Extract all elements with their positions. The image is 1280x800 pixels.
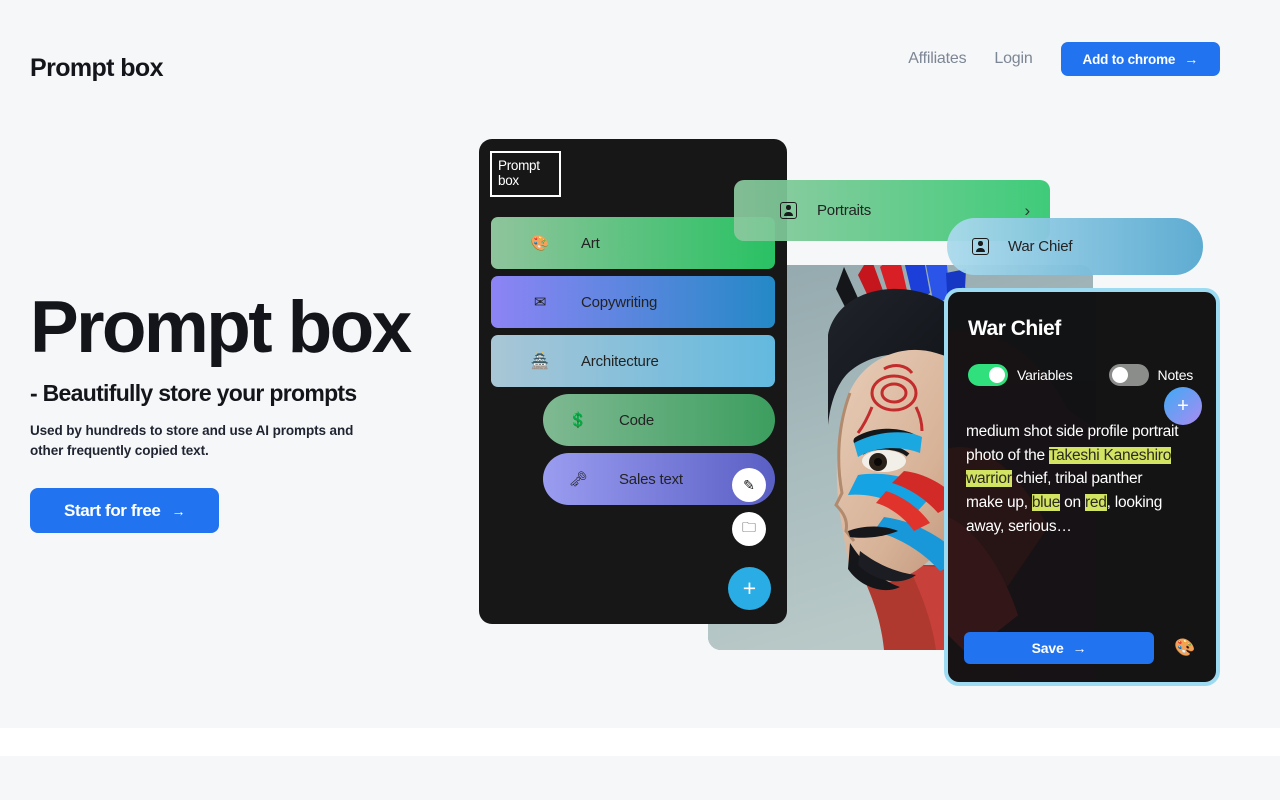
hero-subtitle: - Beautifully store your prompts xyxy=(30,379,357,406)
prompt-editor-panel: War Chief Variables Notes medium shot si… xyxy=(944,288,1220,686)
prompt-variable-blue[interactable]: blue xyxy=(1031,494,1060,512)
site-header: Prompt box Affiliates Login Add to chrom… xyxy=(0,0,1280,150)
page-title: Prompt box xyxy=(30,287,412,368)
new-folder-button[interactable]: 🗀 xyxy=(732,512,766,546)
portrait-icon xyxy=(780,202,797,219)
folder-pill-label: Portraits xyxy=(817,202,872,219)
dollar-coin-icon: 💲 xyxy=(568,411,588,429)
editor-toggles: Variables Notes xyxy=(968,364,1206,386)
start-for-free-button[interactable]: Start for free → xyxy=(30,488,220,534)
palette-button[interactable]: 🎨 xyxy=(1170,633,1200,663)
nav-link-affiliates[interactable]: Affiliates xyxy=(908,50,966,68)
arrow-right-icon: → xyxy=(1184,51,1198,67)
category-item-art[interactable]: 🎨 Art xyxy=(491,217,775,269)
notes-toggle-group: Notes xyxy=(1108,364,1194,386)
save-label: Save xyxy=(1031,640,1064,656)
save-button[interactable]: Save → xyxy=(964,632,1154,664)
prompt-variable-red[interactable]: red xyxy=(1084,494,1107,512)
category-label: Sales text xyxy=(619,470,683,488)
category-item-architecture[interactable]: 🏯 Architecture xyxy=(491,335,775,387)
variables-toggle-group: Variables xyxy=(968,364,1073,386)
brand-logo[interactable]: Prompt box xyxy=(30,56,164,81)
category-label: Art xyxy=(581,234,600,252)
category-item-copywriting[interactable]: ✉ Copywriting xyxy=(491,276,775,328)
plus-icon: + xyxy=(1177,395,1189,417)
editor-footer: Save → 🎨 xyxy=(948,614,1216,682)
building-icon: 🏯 xyxy=(530,352,550,370)
add-variable-button[interactable]: + xyxy=(1164,387,1202,425)
palette-icon: 🎨 xyxy=(530,234,550,252)
main-nav: Affiliates Login Add to chrome → xyxy=(908,42,1220,76)
portrait-icon xyxy=(972,238,989,255)
category-label: Copywriting xyxy=(581,293,658,311)
palette-icon: 🎨 xyxy=(1174,638,1196,657)
bottom-band xyxy=(0,728,1280,756)
variables-toggle-label: Variables xyxy=(1017,367,1073,383)
add-button[interactable]: + xyxy=(728,567,771,610)
prompt-variable-takeshi-kaneshiro[interactable]: Takeshi Kaneshiro xyxy=(1048,446,1171,464)
edit-button[interactable]: ✎ xyxy=(732,468,766,502)
editor-title: War Chief xyxy=(968,317,1061,340)
arrow-right-icon: → xyxy=(171,502,186,519)
add-to-chrome-label: Add to chrome xyxy=(1082,51,1176,67)
panel-logo: Prompt box xyxy=(490,151,561,197)
prompt-pill-label: War Chief xyxy=(1008,238,1073,255)
start-for-free-label: Start for free xyxy=(64,500,161,520)
hero-section: Prompt box - Beautifully store your prom… xyxy=(30,287,450,534)
prompt-text[interactable]: medium shot side profile portrait photo … xyxy=(966,420,1181,539)
variables-toggle[interactable] xyxy=(968,364,1008,386)
notes-toggle-label: Notes xyxy=(1157,367,1194,383)
prompt-pill-war-chief[interactable]: War Chief xyxy=(947,218,1203,275)
notes-toggle[interactable] xyxy=(1108,364,1149,386)
nav-link-login[interactable]: Login xyxy=(994,50,1032,68)
plus-icon: + xyxy=(742,575,757,602)
category-label: Code xyxy=(619,411,655,429)
envelope-icon: ✉ xyxy=(533,293,547,311)
key-icon: 🗝 xyxy=(568,470,588,488)
prompt-variable-warrior[interactable]: warrior xyxy=(966,470,1012,488)
pencil-icon: ✎ xyxy=(743,476,755,493)
add-to-chrome-button[interactable]: Add to chrome → xyxy=(1060,42,1220,76)
arrow-right-icon: → xyxy=(1072,640,1087,656)
prompt-segment: on xyxy=(1060,494,1085,512)
category-list: 🎨 Art ✉ Copywriting 🏯 Architecture 💲 Cod… xyxy=(479,217,787,512)
category-item-code[interactable]: 💲 Code xyxy=(543,394,775,446)
category-label: Architecture xyxy=(581,352,659,370)
hero-description: Used by hundreds to store and use AI pro… xyxy=(30,422,354,458)
folder-plus-icon: 🗀 xyxy=(742,519,756,535)
